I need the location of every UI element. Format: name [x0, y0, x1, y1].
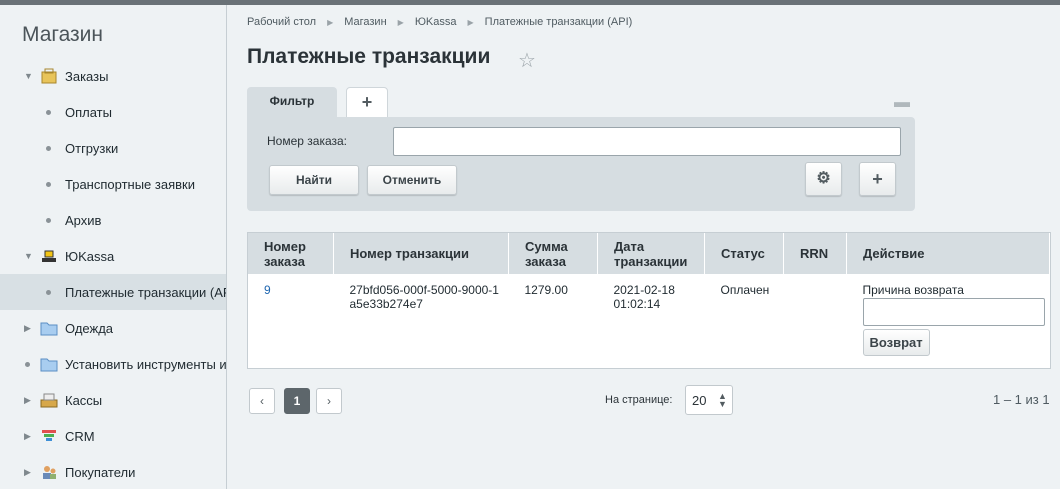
bullet-icon — [46, 145, 51, 151]
column-header[interactable]: Сумма заказа — [508, 233, 598, 274]
chevron-right-icon[interactable]: ▶ — [24, 431, 31, 442]
cancel-button[interactable]: Отменить — [367, 165, 457, 195]
sidebar-item-transport[interactable]: Транспортные заявки — [0, 166, 226, 202]
table-header-row: Номер заказа Номер транзакции Сумма зака… — [248, 233, 1050, 274]
per-page-value: 20 — [692, 393, 707, 408]
column-header[interactable]: Дата транзакции — [597, 233, 705, 274]
sidebar-item-label: Архив — [65, 212, 102, 228]
bag-icon — [41, 68, 57, 84]
folder-icon — [40, 322, 58, 336]
column-header[interactable]: Действие — [846, 233, 1050, 274]
column-header[interactable]: RRN — [783, 233, 847, 274]
sidebar-item-archive[interactable]: Архив — [0, 202, 226, 238]
sidebar-item-transactions[interactable]: Платежные транзакции (API) — [0, 274, 226, 310]
column-header[interactable]: Номер транзакции — [333, 233, 509, 274]
per-page-select[interactable]: 20 ▲ ▼ — [685, 385, 733, 415]
breadcrumb-item[interactable]: ЮKassa — [415, 16, 457, 28]
add-field-button[interactable]: + — [859, 162, 896, 196]
plus-icon: + — [872, 169, 883, 189]
page-title: Платежные транзакции — [247, 45, 491, 68]
sidebar-item-shipments[interactable]: Отгрузки — [0, 130, 226, 166]
bullet-icon — [46, 109, 51, 115]
breadcrumb-item[interactable]: Платежные транзакции (API) — [485, 16, 633, 28]
star-icon[interactable]: ☆ — [518, 48, 536, 73]
filter-panel: Номер заказа: Найти Отменить ⚙ + — [247, 117, 915, 211]
gear-icon: ⚙ — [816, 170, 831, 187]
sidebar-item-yookassa[interactable]: ▼ ЮKassa — [0, 238, 226, 274]
main-content: Рабочий стол ▶ Магазин ▶ ЮKassa ▶ Платежные тр… — [227, 5, 1060, 489]
breadcrumb-item[interactable]: Магазин — [344, 16, 386, 28]
bullet-icon — [25, 361, 30, 367]
order-number-label: Номер заказа: — [267, 134, 348, 148]
chevron-right-icon[interactable]: ▶ — [24, 395, 31, 406]
sidebar-item-customers[interactable]: ▶ Покупатели — [0, 454, 226, 489]
chevron-right-icon: › — [327, 394, 331, 408]
status-cell: Оплачен — [720, 283, 770, 297]
plus-icon: + — [361, 92, 373, 112]
sidebar-item-label: Одежда — [65, 320, 114, 336]
chevron-right-icon: ▶ — [397, 18, 404, 27]
find-button[interactable]: Найти — [269, 165, 359, 195]
refund-button[interactable]: Возврат — [862, 329, 930, 356]
chevron-right-icon: ▶ — [467, 18, 474, 27]
sidebar-item-cash-registers[interactable]: ▶ Кассы — [0, 382, 226, 418]
date-cell: 2021-02-18 01:02:14 — [613, 283, 675, 311]
transaction-id-cell: 27bfd056-000f-5000-9000-1a5e33b274e7 — [349, 283, 499, 311]
sidebar: Магазин ▼ Заказы Оплаты Отгрузки Транспо… — [0, 5, 227, 489]
sidebar-item-label: ЮKassa — [65, 248, 115, 264]
transactions-table: Номер заказа Номер транзакции Сумма зака… — [247, 232, 1051, 369]
sidebar-item-label: Отгрузки — [65, 140, 119, 156]
add-filter-tab-button[interactable]: + — [346, 87, 388, 119]
column-header[interactable]: Номер заказа — [248, 233, 334, 274]
rrn-cell — [784, 274, 847, 363]
refund-reason-input[interactable] — [862, 298, 1045, 326]
order-number-input[interactable] — [393, 127, 901, 156]
sidebar-item-crm[interactable]: ▶ CRM — [0, 418, 226, 454]
sidebar-title: Магазин — [22, 23, 104, 46]
breadcrumb: Рабочий стол ▶ Магазин ▶ ЮKassa ▶ Платежные тр… — [247, 16, 632, 28]
page-number-button[interactable]: 1 — [284, 388, 310, 414]
cash-register-icon — [40, 393, 58, 408]
sidebar-item-orders[interactable]: ▼ Заказы — [0, 58, 226, 94]
settings-button[interactable]: ⚙ — [805, 162, 842, 196]
column-header[interactable]: Статус — [704, 233, 784, 274]
sidebar-item-payments[interactable]: Оплаты — [0, 94, 226, 130]
refund-reason-label: Причина возврата — [862, 283, 964, 297]
chevron-down-icon[interactable]: ▼ — [24, 71, 33, 81]
table-row: 9 27bfd056-000f-5000-9000-1a5e33b274e7 1… — [248, 274, 1050, 363]
record-count: 1 – 1 из 1 — [993, 392, 1050, 407]
chevron-right-icon[interactable]: ▶ — [24, 323, 31, 334]
users-icon — [43, 466, 56, 479]
kassa-icon — [42, 250, 56, 262]
sidebar-item-label: Установить инструменты и — [65, 356, 226, 372]
sidebar-item-label: Оплаты — [65, 104, 112, 120]
sidebar-item-clothes[interactable]: ▶ Одежда — [0, 310, 226, 346]
sidebar-item-install-tools[interactable]: Установить инструменты и — [0, 346, 226, 382]
bullet-icon — [46, 289, 51, 295]
tab-filter[interactable]: Фильтр — [247, 87, 337, 117]
sidebar-item-label: Покупатели — [65, 464, 136, 480]
sidebar-item-label: Транспортные заявки — [65, 176, 195, 192]
sidebar-item-label: CRM — [65, 428, 95, 444]
action-cell: Причина возврата Возврат — [847, 274, 1050, 363]
chevron-left-icon: ‹ — [260, 394, 264, 408]
sidebar-item-label: Кассы — [65, 392, 103, 408]
sidebar-item-label: Заказы — [65, 68, 109, 84]
order-number-cell[interactable]: 9 — [248, 274, 334, 363]
chevron-right-icon[interactable]: ▶ — [24, 467, 31, 478]
per-page-label: На странице: — [605, 394, 673, 406]
collapse-filter-button[interactable]: ▬ — [894, 94, 910, 112]
bullet-icon — [46, 181, 51, 187]
chevron-down-icon[interactable]: ▼ — [24, 251, 33, 261]
prev-page-button[interactable]: ‹ — [249, 388, 275, 414]
updown-arrows-icon: ▲ ▼ — [718, 391, 727, 409]
breadcrumb-item[interactable]: Рабочий стол — [247, 16, 316, 28]
funnel-icon — [42, 430, 56, 441]
next-page-button[interactable]: › — [316, 388, 342, 414]
bullet-icon — [46, 217, 51, 223]
sidebar-item-label: Платежные транзакции (API) — [65, 284, 226, 300]
amount-cell: 1279.00 — [524, 283, 568, 297]
chevron-right-icon: ▶ — [327, 18, 334, 27]
folder-icon — [40, 358, 58, 372]
